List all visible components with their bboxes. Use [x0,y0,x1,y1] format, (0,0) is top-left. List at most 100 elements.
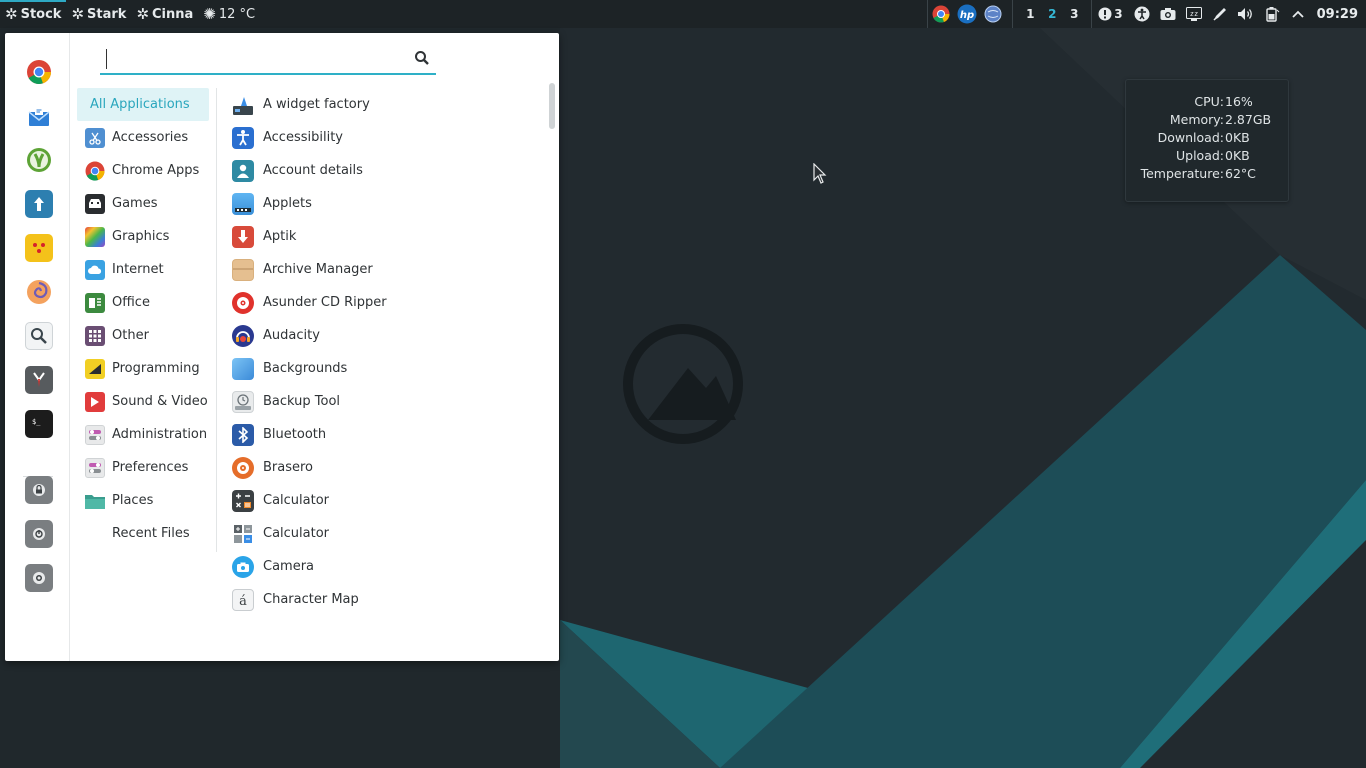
category-divider [216,88,217,552]
brasero-icon [232,456,254,479]
sysmon-row-memory: Memory: 2.87GB [1169,112,1272,127]
workspace-2[interactable]: 2 [1041,0,1063,28]
app-item[interactable]: Calculator [227,517,527,550]
grid-icon [85,325,105,346]
search-input[interactable] [106,49,396,69]
chrome-icon [85,161,105,181]
category-office[interactable]: Office [77,286,209,319]
bluetooth-icon [232,423,254,446]
office-icon [85,292,105,313]
terminal-icon[interactable]: $_ [25,410,53,438]
backup-icon [232,390,254,413]
favorites-sidebar: $_ [5,33,70,661]
app-item[interactable]: Audacity [227,319,527,352]
search-bar [100,45,436,75]
app-item[interactable]: Asunder CD Ripper [227,286,527,319]
screenshot-icon[interactable] [1155,0,1181,28]
chrome-icon[interactable] [928,0,954,28]
category-graphics[interactable]: Graphics [77,220,209,253]
chevron-up-icon[interactable] [1285,0,1311,28]
lock-icon[interactable] [25,476,53,504]
category-administration[interactable]: Administration [77,418,209,451]
launcher-stock[interactable]: ✲ Stock [0,0,67,28]
app-item[interactable]: Camera [227,550,527,583]
app-item[interactable]: á Character Map [227,583,527,616]
notifications-applet[interactable]: 3 [1092,7,1128,21]
archive-icon [232,258,254,281]
category-preferences[interactable]: Preferences [77,451,209,484]
category-sound-video[interactable]: Sound & Video [77,385,209,418]
svg-text:hp: hp [960,10,974,21]
pen-icon[interactable] [1207,0,1233,28]
cinnamon-icon[interactable] [25,146,53,174]
category-all-applications[interactable]: All Applications [77,88,209,121]
category-games[interactable]: Games [77,187,209,220]
folder-icon [85,491,105,511]
magnifier-icon[interactable] [25,322,53,350]
app-item[interactable]: Aptik [227,220,527,253]
app-item[interactable]: Accessibility [227,121,527,154]
applets-icon [232,192,254,215]
keyboard-icon[interactable]: zz [1181,0,1207,28]
system-monitor-desklet[interactable]: CPU: 16% Memory: 2.87GB Download: 0KB Up… [1125,79,1289,202]
svg-text:zz: zz [1189,10,1197,18]
clock[interactable]: 09:29 [1311,7,1366,22]
category-recent-files[interactable]: Recent Files [77,517,209,550]
camera-icon [232,555,254,578]
launcher-cinna[interactable]: ✲ Cinna [131,0,198,28]
svg-text:á: á [239,594,247,608]
palette-icon [85,226,105,247]
shutdown-icon[interactable] [25,564,53,592]
search-icon[interactable] [414,50,430,66]
ruler-icon [85,358,105,379]
app-item[interactable]: Archive Manager [227,253,527,286]
category-accessories[interactable]: Accessories [77,121,209,154]
weather-applet[interactable]: ✺ 12 °C [198,0,260,28]
dice-icon[interactable] [25,234,53,262]
app-item[interactable]: Brasero [227,451,527,484]
updater-icon[interactable] [25,190,53,218]
network-globe-icon[interactable] [980,0,1006,28]
gear-icon: ✲ [5,5,18,23]
category-programming[interactable]: Programming [77,352,209,385]
widget-icon [232,94,254,116]
logout-icon[interactable] [25,520,53,548]
app-list-scrollbar[interactable] [549,83,555,129]
app-item[interactable]: A widget factory [227,88,527,121]
sysmon-row-temperature: Temperature: 62°C [1140,166,1256,181]
mail-icon[interactable] [25,102,53,130]
workspace-3[interactable]: 3 [1063,0,1085,28]
app-item[interactable]: Bluetooth [227,418,527,451]
app-item[interactable]: Account details [227,154,527,187]
swirl-icon[interactable] [25,278,53,306]
charmap-icon: á [232,588,254,611]
app-item[interactable]: Backup Tool [227,385,527,418]
backgrounds-icon [232,357,254,380]
category-chrome-apps[interactable]: Chrome Apps [77,154,209,187]
mountain-logo [623,324,743,444]
calculator-alt-icon [232,523,254,545]
app-item[interactable]: Applets [227,187,527,220]
category-places[interactable]: Places [77,484,209,517]
app-item[interactable]: Backgrounds [227,352,527,385]
sysmon-row-cpu: CPU: 16% [1194,94,1253,109]
alert-icon [1098,7,1112,21]
category-other[interactable]: Other [77,319,209,352]
sun-icon: ✺ [203,5,216,23]
mouse-cursor-icon [813,163,827,184]
chrome-icon[interactable] [25,58,53,86]
accessibility-icon [232,126,254,149]
launcher-stark[interactable]: ✲ Stark [66,0,131,28]
gimp-icon[interactable] [25,366,53,394]
hp-icon[interactable]: hp [954,0,980,28]
headphones-icon [232,324,254,347]
sysmon-row-upload: Upload: 0KB [1175,148,1250,163]
battery-icon[interactable] [1259,0,1285,28]
accessibility-icon[interactable] [1129,0,1155,28]
play-icon [85,391,105,412]
application-list: A widget factory Accessibility Account d… [227,88,547,648]
category-internet[interactable]: Internet [77,253,209,286]
app-item[interactable]: Calculator [227,484,527,517]
volume-icon[interactable] [1233,0,1259,28]
workspace-1[interactable]: 1 [1019,0,1041,28]
